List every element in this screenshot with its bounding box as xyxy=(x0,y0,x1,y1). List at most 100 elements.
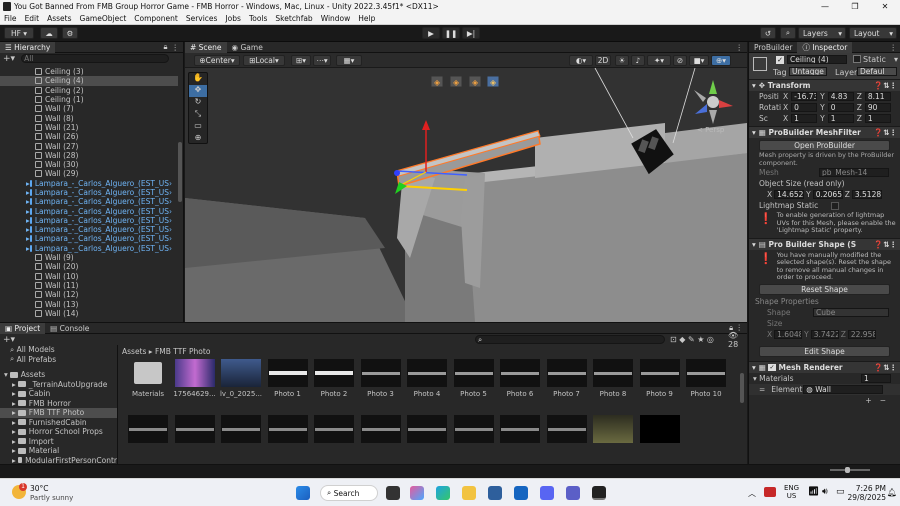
favorite-all-prefabs[interactable]: ⌕ All Prefabs xyxy=(0,355,117,365)
element-field[interactable]: ◍ Wall xyxy=(803,384,884,394)
meshrenderer-header[interactable]: ▾ ▦ ✓ Mesh Renderer ❓⇅⋮ xyxy=(749,360,900,373)
asset-item[interactable]: Materials xyxy=(126,359,170,398)
hierarchy-row[interactable]: Ceiling (2) xyxy=(0,86,178,95)
reset-shape-button[interactable]: Reset Shape xyxy=(759,283,890,295)
space-dropdown[interactable]: ⊞ Local ▾ xyxy=(243,55,285,66)
asset-item[interactable] xyxy=(638,415,682,443)
hierarchy-search-input[interactable]: All xyxy=(21,54,170,63)
open-prefab-icon[interactable]: › xyxy=(169,234,172,243)
tray-chevron-icon[interactable]: ︿ xyxy=(748,488,756,499)
hierarchy-row[interactable]: Wall (8) xyxy=(0,113,178,123)
hierarchy-row[interactable]: ▸ Lampara_-_Carlos_Alguero_(EST_US › xyxy=(0,234,178,243)
position-z[interactable]: 8.11 xyxy=(864,92,891,101)
position-y[interactable]: 4.83 xyxy=(827,92,854,101)
asset-item[interactable] xyxy=(498,415,542,443)
hierarchy-row[interactable]: ▸ Lampara_-_Carlos_Alguero_(EST_US › xyxy=(0,216,178,225)
scale-x[interactable]: 1 xyxy=(791,114,818,123)
asset-item[interactable] xyxy=(545,415,589,443)
maximize-button[interactable]: ❐ xyxy=(840,0,870,13)
project-add-icon[interactable]: +▾ xyxy=(3,335,15,345)
weather-desc[interactable]: Partly sunny xyxy=(30,494,73,502)
wifi-icon[interactable]: 📶︎ xyxy=(808,487,819,497)
language-indicator[interactable]: ENG US xyxy=(784,484,799,500)
filter-icons[interactable]: ⊡ ◆ ✎ ★ ◎ xyxy=(670,335,714,344)
asset-item[interactable]: Photo 4 xyxy=(405,359,449,398)
project-tree-item[interactable]: ▸ Horror School Props xyxy=(0,427,117,437)
menu-sketchfab[interactable]: Sketchfab xyxy=(275,14,312,23)
asset-item[interactable] xyxy=(173,415,217,443)
play-button[interactable]: ▶ xyxy=(422,27,440,39)
menu-help[interactable]: Help xyxy=(358,14,375,23)
meshfilter-header[interactable]: ▾ ▦ ProBuilder MeshFilter ❓⇅⋮ xyxy=(749,126,900,138)
cloud-icon[interactable]: ☁ xyxy=(40,27,58,39)
static-checkbox[interactable] xyxy=(853,55,861,63)
hidden-objects-icon[interactable]: ⊘ xyxy=(673,55,687,66)
project-tree-item[interactable]: ▸ FurnishedCabin xyxy=(0,418,117,428)
hierarchy-row[interactable]: Wall (27) xyxy=(0,141,178,151)
weather-temp[interactable]: 30°C xyxy=(30,484,49,493)
open-prefab-icon[interactable]: › xyxy=(169,244,172,253)
move-tool-icon[interactable]: ✥ xyxy=(189,85,207,97)
pivot-dropdown[interactable]: ⊕ Center ▾ xyxy=(194,55,240,66)
project-tree-item[interactable]: ▸ Import xyxy=(0,437,117,447)
hierarchy-row[interactable]: Wall (10) xyxy=(0,272,178,281)
add-icon[interactable]: +▾ xyxy=(3,54,15,64)
menu-edit[interactable]: Edit xyxy=(25,14,40,23)
open-probuilder-button[interactable]: Open ProBuilder xyxy=(759,140,890,151)
hand-tool-icon[interactable]: ✋ xyxy=(189,73,207,85)
hierarchy-row[interactable]: Wall (12) xyxy=(0,290,178,299)
more-icon[interactable]: ⋮ xyxy=(172,43,180,52)
static-dropdown-icon[interactable]: ▾ xyxy=(894,55,898,64)
hierarchy-row[interactable]: ▸ Lampara_-_Carlos_Alguero_(EST_US › xyxy=(0,244,178,253)
tab-project[interactable]: ▣ Project xyxy=(0,322,46,334)
project-tree-item[interactable]: ▸ FMB Horror xyxy=(0,399,117,409)
expand-arrow-icon[interactable]: ▸ xyxy=(12,418,16,427)
asset-item[interactable]: Photo 8 xyxy=(591,359,635,398)
asset-item[interactable]: Photo 7 xyxy=(545,359,589,398)
grid-visibility-icon[interactable]: ▦▾ xyxy=(336,55,362,66)
asset-item[interactable]: Photo 3 xyxy=(359,359,403,398)
rotation-y[interactable]: 0 xyxy=(827,103,854,112)
thumbnail-size-handle[interactable] xyxy=(845,467,850,473)
open-prefab-icon[interactable]: › xyxy=(169,197,172,206)
open-prefab-icon[interactable]: › xyxy=(169,188,172,197)
menu-jobs[interactable]: Jobs xyxy=(225,14,240,23)
layers-dropdown[interactable]: Layers ▾ xyxy=(798,27,846,39)
layer-dropdown[interactable]: Defaul xyxy=(857,67,897,76)
rotation-z[interactable]: 90 xyxy=(864,103,891,112)
snap-increment-icon[interactable]: ⋯▾ xyxy=(313,55,331,66)
thumbnail-size-slider[interactable] xyxy=(830,469,870,471)
effects-icon[interactable]: ✦▾ xyxy=(647,55,671,66)
edge-icon[interactable] xyxy=(436,486,450,500)
expand-arrow-icon[interactable]: ▸ xyxy=(12,380,16,389)
toggle-2d-button[interactable]: 2D xyxy=(595,55,611,66)
hierarchy-row[interactable]: Wall (26) xyxy=(0,132,178,141)
menu-component[interactable]: Component xyxy=(134,14,178,23)
object-name-field[interactable]: Ceiling (4) xyxy=(787,55,847,64)
account-dropdown[interactable]: HF ▾ xyxy=(4,27,34,39)
menu-file[interactable]: File xyxy=(4,14,17,23)
tab-hierarchy[interactable]: ☰ Hierarchy xyxy=(0,41,56,53)
asset-item[interactable]: lv_0_2025... xyxy=(219,359,263,398)
rotate-tool-icon[interactable]: ↻ xyxy=(189,97,207,109)
persp-label[interactable]: < Persp xyxy=(697,126,725,134)
asset-item[interactable] xyxy=(126,415,170,443)
notification-icon[interactable]: 🔔︎ xyxy=(887,488,897,497)
breadcrumb-folder[interactable]: FMB TTF Photo xyxy=(155,347,210,356)
hierarchy-row[interactable]: Ceiling (3) xyxy=(0,67,178,76)
hierarchy-row[interactable]: ▸ Lampara_-_Carlos_Alguero_(EST_US › xyxy=(0,197,178,206)
hierarchy-row[interactable]: ▸ Lampara_-_Carlos_Alguero_(EST_US › xyxy=(0,225,178,234)
tab-game[interactable]: ◉ Game xyxy=(227,42,268,53)
scale-y[interactable]: 1 xyxy=(827,114,854,123)
camera-icon[interactable]: ■▾ xyxy=(689,55,709,66)
open-prefab-icon[interactable]: › xyxy=(169,207,172,216)
services-icon[interactable]: ⚙ xyxy=(62,27,78,39)
hierarchy-row[interactable]: Wall (28) xyxy=(0,151,178,160)
gizmos-icon[interactable]: ⊕▾ xyxy=(711,55,731,66)
hierarchy-row[interactable]: ▸ Lampara_-_Carlos_Alguero_(EST_US › xyxy=(0,179,178,188)
project-tree-item[interactable]: ▸ FMB TTF Photo xyxy=(0,408,117,418)
expand-arrow-icon[interactable]: ▸ xyxy=(12,446,16,455)
asset-item[interactable]: Photo 2 xyxy=(312,359,356,398)
expand-arrow-icon[interactable]: ▸ xyxy=(12,389,16,398)
asset-item[interactable]: Photo 6 xyxy=(498,359,542,398)
